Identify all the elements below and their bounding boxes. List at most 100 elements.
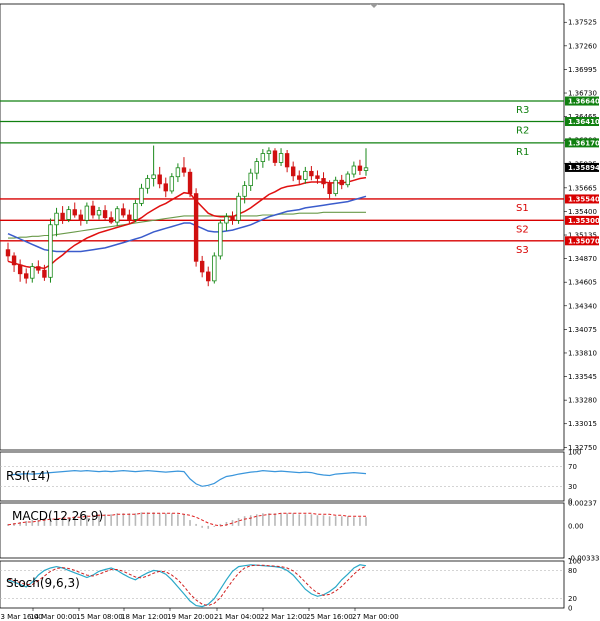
level-price-label: 1.36170	[568, 139, 600, 147]
rsi-tick-label: 70	[568, 463, 577, 471]
forex-chart: 1.375251.372601.369951.367301.364651.362…	[0, 3, 600, 621]
level-price-label: 1.36640	[568, 98, 600, 106]
macd-tick-label: 0.00	[568, 522, 584, 530]
candle-body	[36, 266, 41, 271]
candle-body	[351, 165, 357, 175]
candle-body	[60, 212, 65, 220]
time-tick-label: 22 Mar 12:00	[260, 613, 307, 621]
candle-body	[84, 205, 90, 221]
candle-body	[260, 153, 266, 162]
candle-body	[115, 208, 120, 223]
candle-body	[169, 176, 175, 192]
price-tick-label: 1.33810	[568, 349, 597, 357]
level-name-r2: R2	[516, 126, 529, 137]
candle-body	[139, 187, 144, 204]
level-price-label: 1.35540	[568, 195, 600, 203]
price-tick-label: 1.34075	[568, 326, 597, 334]
price-tick-label: 1.34340	[568, 302, 597, 310]
candle-body	[254, 161, 259, 174]
candle-body	[212, 255, 217, 282]
candle-body	[272, 150, 278, 163]
candle-body	[17, 264, 23, 275]
candle-body	[163, 183, 168, 192]
time-tick-label: 25 Mar 16:00	[306, 613, 353, 621]
price-tick-label: 1.37260	[568, 42, 597, 50]
level-price-label: 1.35300	[568, 217, 600, 225]
price-tick-label: 1.36730	[568, 90, 597, 98]
candle-body	[284, 153, 290, 168]
stoch-tick-label: 100	[568, 558, 581, 566]
candle-body	[236, 195, 241, 221]
price-tick-label: 1.34870	[568, 255, 597, 263]
time-tick-label: 14 Mar 00:00	[30, 613, 77, 621]
level-name-s2: S2	[516, 224, 529, 235]
stoch-label: Stoch(9,6,3)	[6, 576, 80, 590]
candle-body	[278, 153, 284, 163]
current-price-tag: 1.35894	[565, 162, 600, 172]
candle-body	[363, 167, 369, 171]
candle-body	[42, 269, 47, 278]
level-name-s3: S3	[516, 245, 529, 256]
candle-body	[339, 179, 344, 186]
stoch-tick-label: 0	[568, 605, 572, 613]
candle-body	[66, 209, 71, 220]
price-tick-label: 1.33545	[568, 373, 597, 381]
candle-body	[321, 178, 326, 185]
candle-body	[224, 216, 229, 224]
candle-body	[187, 171, 193, 195]
candle-body	[181, 167, 187, 173]
candle-body	[102, 210, 108, 219]
candle-body	[121, 208, 126, 216]
time-tick-label: 21 Mar 04:00	[214, 613, 261, 621]
level-name-r1: R1	[516, 147, 529, 158]
candle-body	[145, 178, 150, 189]
candle-body	[90, 205, 96, 216]
rsi-tick-label: 30	[568, 483, 577, 491]
level-name-r3: R3	[516, 105, 529, 116]
rsi-tick-label: 100	[568, 449, 581, 457]
candle-body	[72, 209, 77, 216]
main-plot-frame	[0, 3, 565, 451]
candle-body	[218, 222, 223, 257]
stoch-tick-label: 20	[568, 595, 577, 603]
rsi-label: RSI(14)	[6, 469, 50, 483]
macd-label: MACD(12,26,9)	[12, 509, 103, 523]
candle-body	[96, 210, 102, 216]
price-tick-label: 1.33015	[568, 420, 597, 428]
candle-body	[30, 266, 35, 279]
price-tick-label: 1.35400	[568, 208, 597, 216]
candle-body	[54, 212, 59, 226]
candle-body	[127, 214, 132, 220]
candle-body	[290, 166, 296, 177]
candle-body	[199, 260, 205, 273]
price-tick-label: 1.33280	[568, 397, 597, 405]
level-name-s1: S1	[516, 203, 529, 214]
candle-body	[309, 170, 314, 177]
candle-body	[151, 174, 156, 179]
level-price-label: 1.35070	[568, 237, 600, 245]
level-price-label: 1.36410	[568, 118, 600, 126]
time-tick-label: 18 Mar 12:00	[121, 613, 168, 621]
candle-body	[333, 179, 338, 195]
candle-body	[24, 273, 29, 279]
candle-body	[303, 170, 308, 180]
price-axis-ticks: 1.375251.372601.369951.367301.364651.362…	[564, 19, 597, 452]
candle-body	[230, 216, 235, 221]
candle-body	[242, 185, 247, 197]
candle-body	[248, 172, 253, 187]
time-tick-label: 15 Mar 08:00	[76, 613, 123, 621]
candle-body	[133, 203, 138, 220]
rsi-panel-frame	[0, 451, 565, 502]
candle-body	[297, 175, 302, 180]
price-tick-label: 1.35665	[568, 184, 597, 192]
candle-body	[11, 255, 17, 266]
candle-body	[357, 165, 363, 171]
candle-body	[193, 193, 199, 262]
time-tick-label: 27 Mar 00:00	[352, 613, 399, 621]
candle-body	[315, 175, 320, 179]
price-tick-label: 1.34605	[568, 279, 597, 287]
stoch-tick-label: 80	[568, 567, 577, 575]
candle-body	[108, 217, 114, 223]
time-axis: 13 Mar 16:0014 Mar 00:00 15 Mar 08:0018 M…	[0, 608, 399, 621]
candle-body	[175, 167, 181, 178]
